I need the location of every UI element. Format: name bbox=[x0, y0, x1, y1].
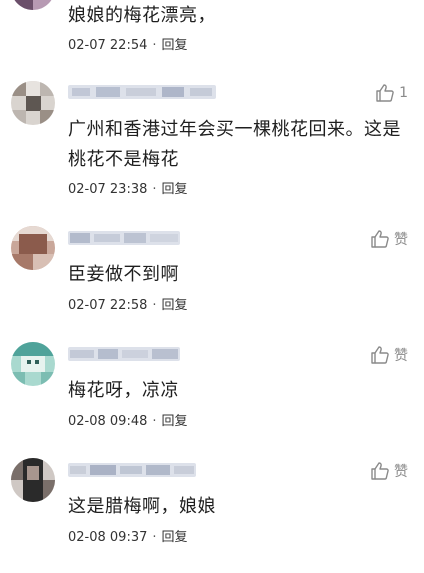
reply-button[interactable]: 回复 bbox=[162, 530, 188, 545]
comment-meta: 02-07 22:58 · 回复 bbox=[68, 298, 188, 314]
like-button[interactable]: 赞 bbox=[370, 345, 408, 365]
avatar[interactable] bbox=[11, 458, 55, 502]
like-label: 赞 bbox=[394, 464, 408, 480]
reply-button[interactable]: 回复 bbox=[162, 414, 188, 429]
like-button[interactable]: 赞 bbox=[370, 229, 408, 249]
avatar-image bbox=[11, 81, 55, 125]
avatar[interactable] bbox=[11, 226, 55, 270]
thumbs-up-icon bbox=[371, 346, 389, 364]
comment-time: 02-08 09:37 bbox=[68, 530, 148, 545]
comment-text: 臣妾做不到啊 bbox=[68, 264, 179, 285]
comment-meta: 02-08 09:48 · 回复 bbox=[68, 414, 188, 430]
avatar-image bbox=[11, 226, 55, 270]
username-blurred[interactable] bbox=[68, 85, 216, 99]
comment-time: 02-07 23:38 bbox=[68, 182, 148, 197]
comment-text: 娘娘的梅花漂亮， bbox=[68, 5, 216, 26]
reply-button[interactable]: 回复 bbox=[162, 38, 188, 53]
avatar[interactable] bbox=[11, 81, 55, 125]
like-button[interactable]: 1 bbox=[375, 83, 408, 103]
meta-separator: · bbox=[152, 298, 157, 313]
meta-separator: · bbox=[152, 530, 157, 545]
reply-button[interactable]: 回复 bbox=[162, 298, 188, 313]
comment-time: 02-07 22:58 bbox=[68, 298, 148, 313]
avatar[interactable] bbox=[11, 0, 55, 10]
blurred-name-image bbox=[68, 347, 180, 361]
avatar-image bbox=[11, 342, 55, 386]
username-blurred[interactable] bbox=[68, 347, 180, 361]
thumbs-up-icon bbox=[376, 84, 394, 102]
thumbs-up-icon bbox=[371, 462, 389, 480]
blurred-name-image bbox=[68, 85, 216, 99]
meta-separator: · bbox=[152, 414, 157, 429]
comment-text: 梅花呀，凉凉 bbox=[68, 380, 179, 401]
thumbs-up-icon bbox=[371, 230, 389, 248]
blurred-name-image bbox=[68, 231, 180, 245]
comment-time: 02-07 22:54 bbox=[68, 38, 148, 53]
meta-separator: · bbox=[152, 38, 157, 53]
avatar-image bbox=[11, 0, 55, 10]
blurred-name-image bbox=[68, 463, 196, 477]
reply-button[interactable]: 回复 bbox=[162, 182, 188, 197]
meta-separator: · bbox=[152, 182, 157, 197]
like-button[interactable]: 赞 bbox=[370, 461, 408, 481]
comment-meta: 02-07 23:38 · 回复 bbox=[68, 182, 188, 198]
comment-meta: 02-07 22:54 · 回复 bbox=[68, 38, 188, 54]
like-label: 赞 bbox=[394, 232, 408, 248]
comment-text: 广州和香港过年会买一棵桃花回来。这是桃花不是梅花 bbox=[68, 119, 401, 170]
like-label: 赞 bbox=[394, 348, 408, 364]
avatar-image bbox=[11, 458, 55, 502]
username-blurred[interactable] bbox=[68, 231, 180, 245]
username-blurred[interactable] bbox=[68, 463, 196, 477]
avatar[interactable] bbox=[11, 342, 55, 386]
comment-meta: 02-08 09:37 · 回复 bbox=[68, 530, 188, 546]
like-count: 1 bbox=[399, 85, 408, 101]
comment-time: 02-08 09:48 bbox=[68, 414, 148, 429]
comment-text: 这是腊梅啊，娘娘 bbox=[68, 496, 216, 517]
